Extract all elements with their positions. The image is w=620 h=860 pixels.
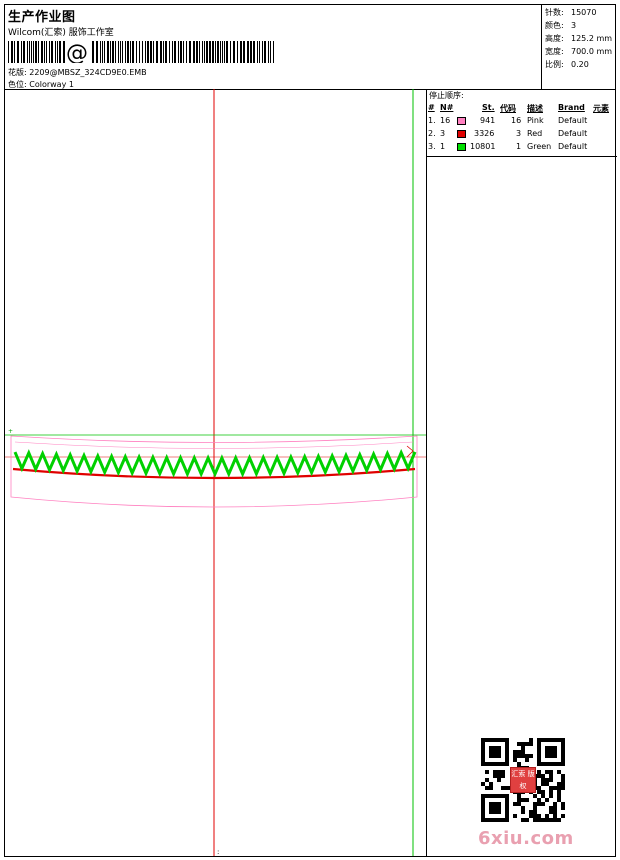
legend-row-red: 2. 3 3326 3 Red Default — [428, 129, 588, 138]
legend-header-n: N# — [440, 103, 454, 112]
stat-colors: 颜色: 3 — [545, 21, 577, 30]
red-seal-stamp: 汇索 版权 — [510, 767, 536, 793]
legend-header-desc: 描述 — [527, 104, 543, 113]
legend-row-green: 3. 1 10801 1 Green Default — [428, 142, 588, 151]
red-swatch — [457, 130, 466, 138]
colorway-name: Colorway 1 — [29, 80, 74, 89]
divider-line — [426, 89, 427, 857]
company-name: Wilcom(汇索) 服饰工作室 — [8, 28, 114, 38]
stat-scale: 比例: 0.20 — [545, 60, 589, 69]
header: 生产作业图 Wilcom(汇索) 服饰工作室 @ 花版: 2209@MBSZ_3… — [5, 5, 615, 90]
legend-header-code: 代码 — [500, 104, 516, 113]
green-swatch — [457, 143, 466, 151]
design-barcode: @ — [8, 41, 274, 63]
legend-header-element: 元素 — [593, 104, 609, 113]
legend-row-pink: 1. 16 941 16 Pink Default — [428, 116, 588, 125]
design-file: 花版: 2209@MBSZ_324CD9E0.EMB — [8, 67, 147, 78]
embroidery-preview: + : — [5, 89, 426, 856]
legend-header-brand: Brand — [558, 103, 585, 112]
start-marker: + — [8, 428, 13, 435]
svg-text:@: @ — [66, 41, 88, 63]
bottom-mark: : — [217, 848, 219, 856]
legend-header: # N# St. 代码 描述 Brand 元素 — [427, 103, 617, 113]
legend-title: 停止顺序: — [429, 91, 464, 100]
legend-header-index: # — [428, 103, 435, 112]
watermark-text: 6xiu.com — [478, 828, 574, 849]
pink-swatch — [457, 117, 466, 125]
header-info: 生产作业图 Wilcom(汇索) 服饰工作室 @ 花版: 2209@MBSZ_3… — [5, 5, 539, 89]
stat-width: 宽度: 700.0 mm — [545, 47, 613, 56]
design-name: 2209@MBSZ_324CD9E0.EMB — [29, 68, 147, 77]
page-title: 生产作业图 — [8, 10, 76, 25]
design-label: 花版: — [8, 68, 27, 77]
stat-stitches: 针数: 15070 — [545, 8, 597, 17]
design-canvas: + : — [5, 89, 426, 856]
green-zigzag — [13, 448, 417, 478]
legend-header-stitches: St. — [482, 103, 495, 112]
color-legend: 停止顺序: # N# St. 代码 描述 Brand 元素 1. 16 941 … — [426, 89, 617, 157]
design-stats: 针数: 15070 颜色: 3 高度: 125.2 mm 宽度: 700.0 mm 比例… — [541, 5, 616, 89]
colorway-label: 色位: — [8, 80, 27, 89]
stat-height: 高度: 125.2 mm — [545, 34, 613, 43]
